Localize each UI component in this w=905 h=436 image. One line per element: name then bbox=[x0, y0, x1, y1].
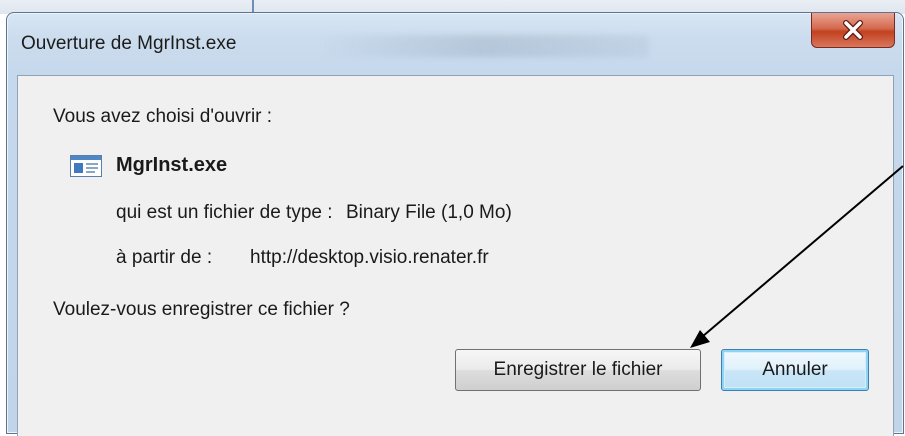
file-source-url: http://desktop.visio.renater.fr bbox=[250, 247, 489, 268]
dialog-content: Vous avez choisi d'ouvrir : MgrInst.exe … bbox=[17, 75, 894, 436]
download-dialog-window: Ouverture de MgrInst.exe Vous avez chois… bbox=[6, 12, 904, 436]
close-icon bbox=[843, 20, 863, 40]
file-type-value: Binary File (1,0 Mo) bbox=[346, 202, 512, 223]
cancel-button[interactable]: Annuler bbox=[721, 349, 869, 391]
application-window-icon bbox=[70, 155, 102, 177]
close-button[interactable] bbox=[811, 13, 895, 48]
save-question: Voulez-vous enregistrer ce fichier ? bbox=[53, 299, 350, 320]
file-type-label: qui est un fichier de type : bbox=[116, 202, 333, 223]
save-file-button[interactable]: Enregistrer le fichier bbox=[455, 349, 701, 391]
title-bar[interactable]: Ouverture de MgrInst.exe bbox=[7, 13, 903, 75]
window-title: Ouverture de MgrInst.exe bbox=[21, 33, 237, 54]
background-window-text-ghost bbox=[319, 35, 649, 57]
file-name: MgrInst.exe bbox=[116, 154, 228, 176]
file-source-label: à partir de : bbox=[116, 247, 213, 268]
intro-text: Vous avez choisi d'ouvrir : bbox=[53, 106, 273, 127]
